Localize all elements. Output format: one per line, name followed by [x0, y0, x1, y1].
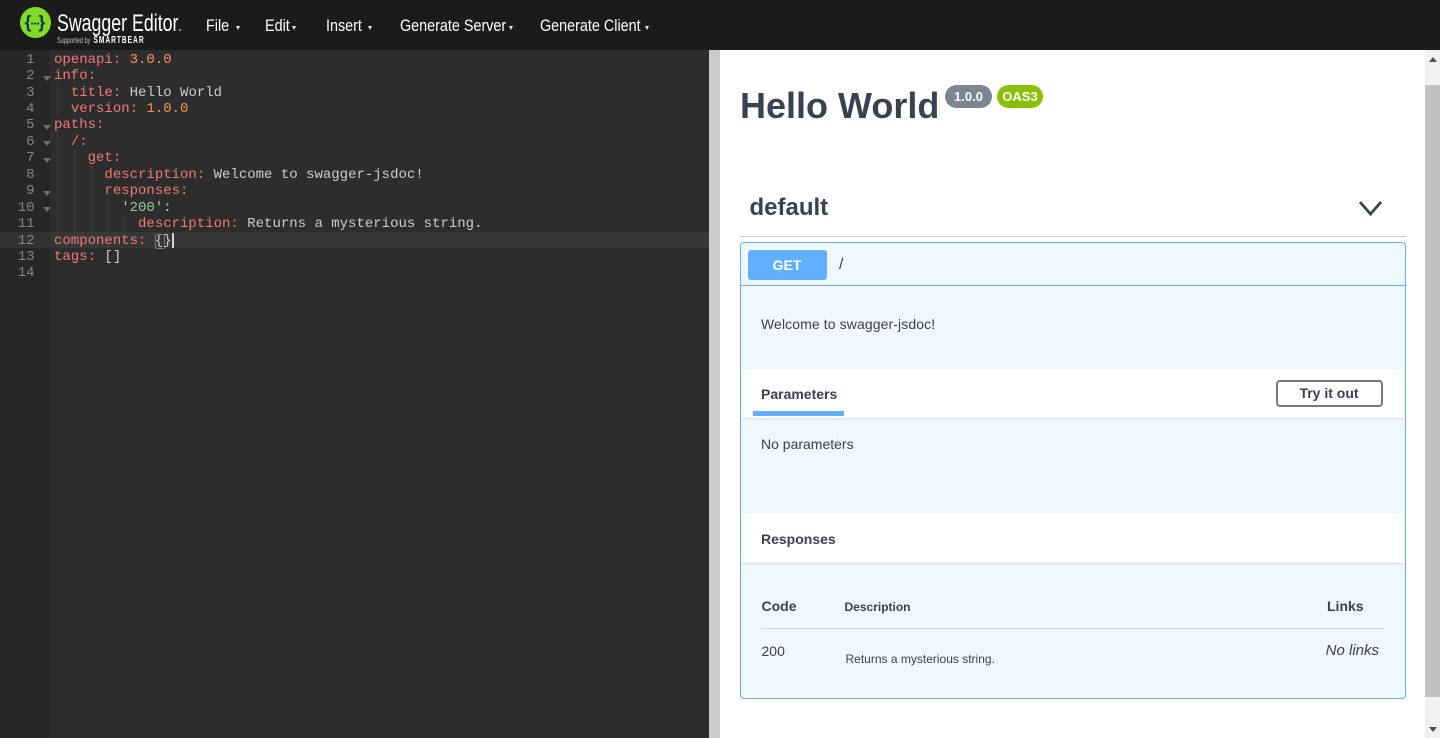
- svg-text:}: }: [38, 12, 45, 32]
- svg-text:{: {: [25, 12, 32, 32]
